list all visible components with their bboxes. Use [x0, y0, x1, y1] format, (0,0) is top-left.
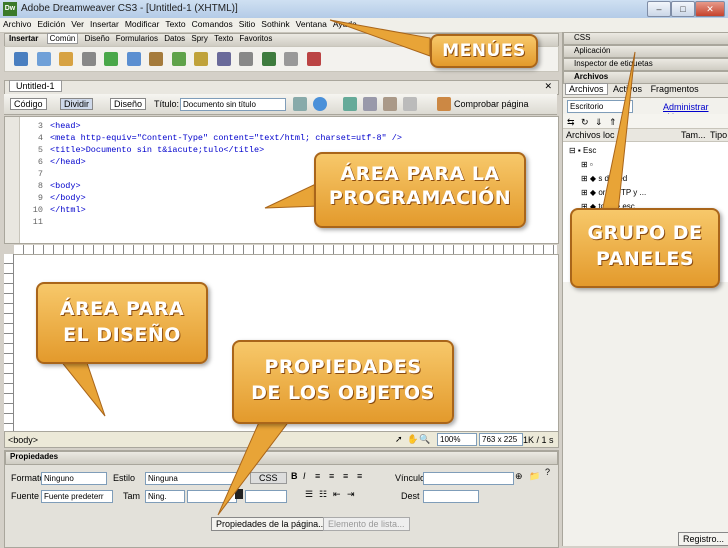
callout-code-line1: ÁREA PARA LA	[340, 163, 500, 185]
callout-props-line1: PROPIEDADES	[264, 356, 422, 378]
callout-design-area: ÁREA PARA EL DISEÑO	[36, 282, 208, 364]
design-pointer	[58, 359, 106, 417]
panels-pointer	[601, 51, 636, 213]
callout-design-line1: ÁREA PARA	[59, 298, 185, 320]
callout-panels-line2: PANELES	[595, 248, 695, 270]
callout-panels: GRUPO DE PANELES	[570, 208, 720, 288]
props-pointer	[217, 419, 292, 516]
menus-pointer	[329, 19, 431, 57]
callout-menus: MENÚES	[430, 34, 538, 68]
callout-code-line2: PROGRAMACIÓN	[328, 187, 512, 209]
code-pointer	[264, 181, 321, 209]
callout-properties: PROPIEDADES DE LOS OBJETOS	[232, 340, 454, 424]
callout-props-line2: DE LOS OBJETOS	[251, 382, 435, 404]
callout-menus-text: MENÚES	[442, 41, 526, 61]
callout-panels-line1: GRUPO DE	[587, 222, 703, 244]
callout-design-line2: EL DISEÑO	[63, 324, 181, 346]
callout-code-area: ÁREA PARA LA PROGRAMACIÓN	[314, 152, 526, 228]
